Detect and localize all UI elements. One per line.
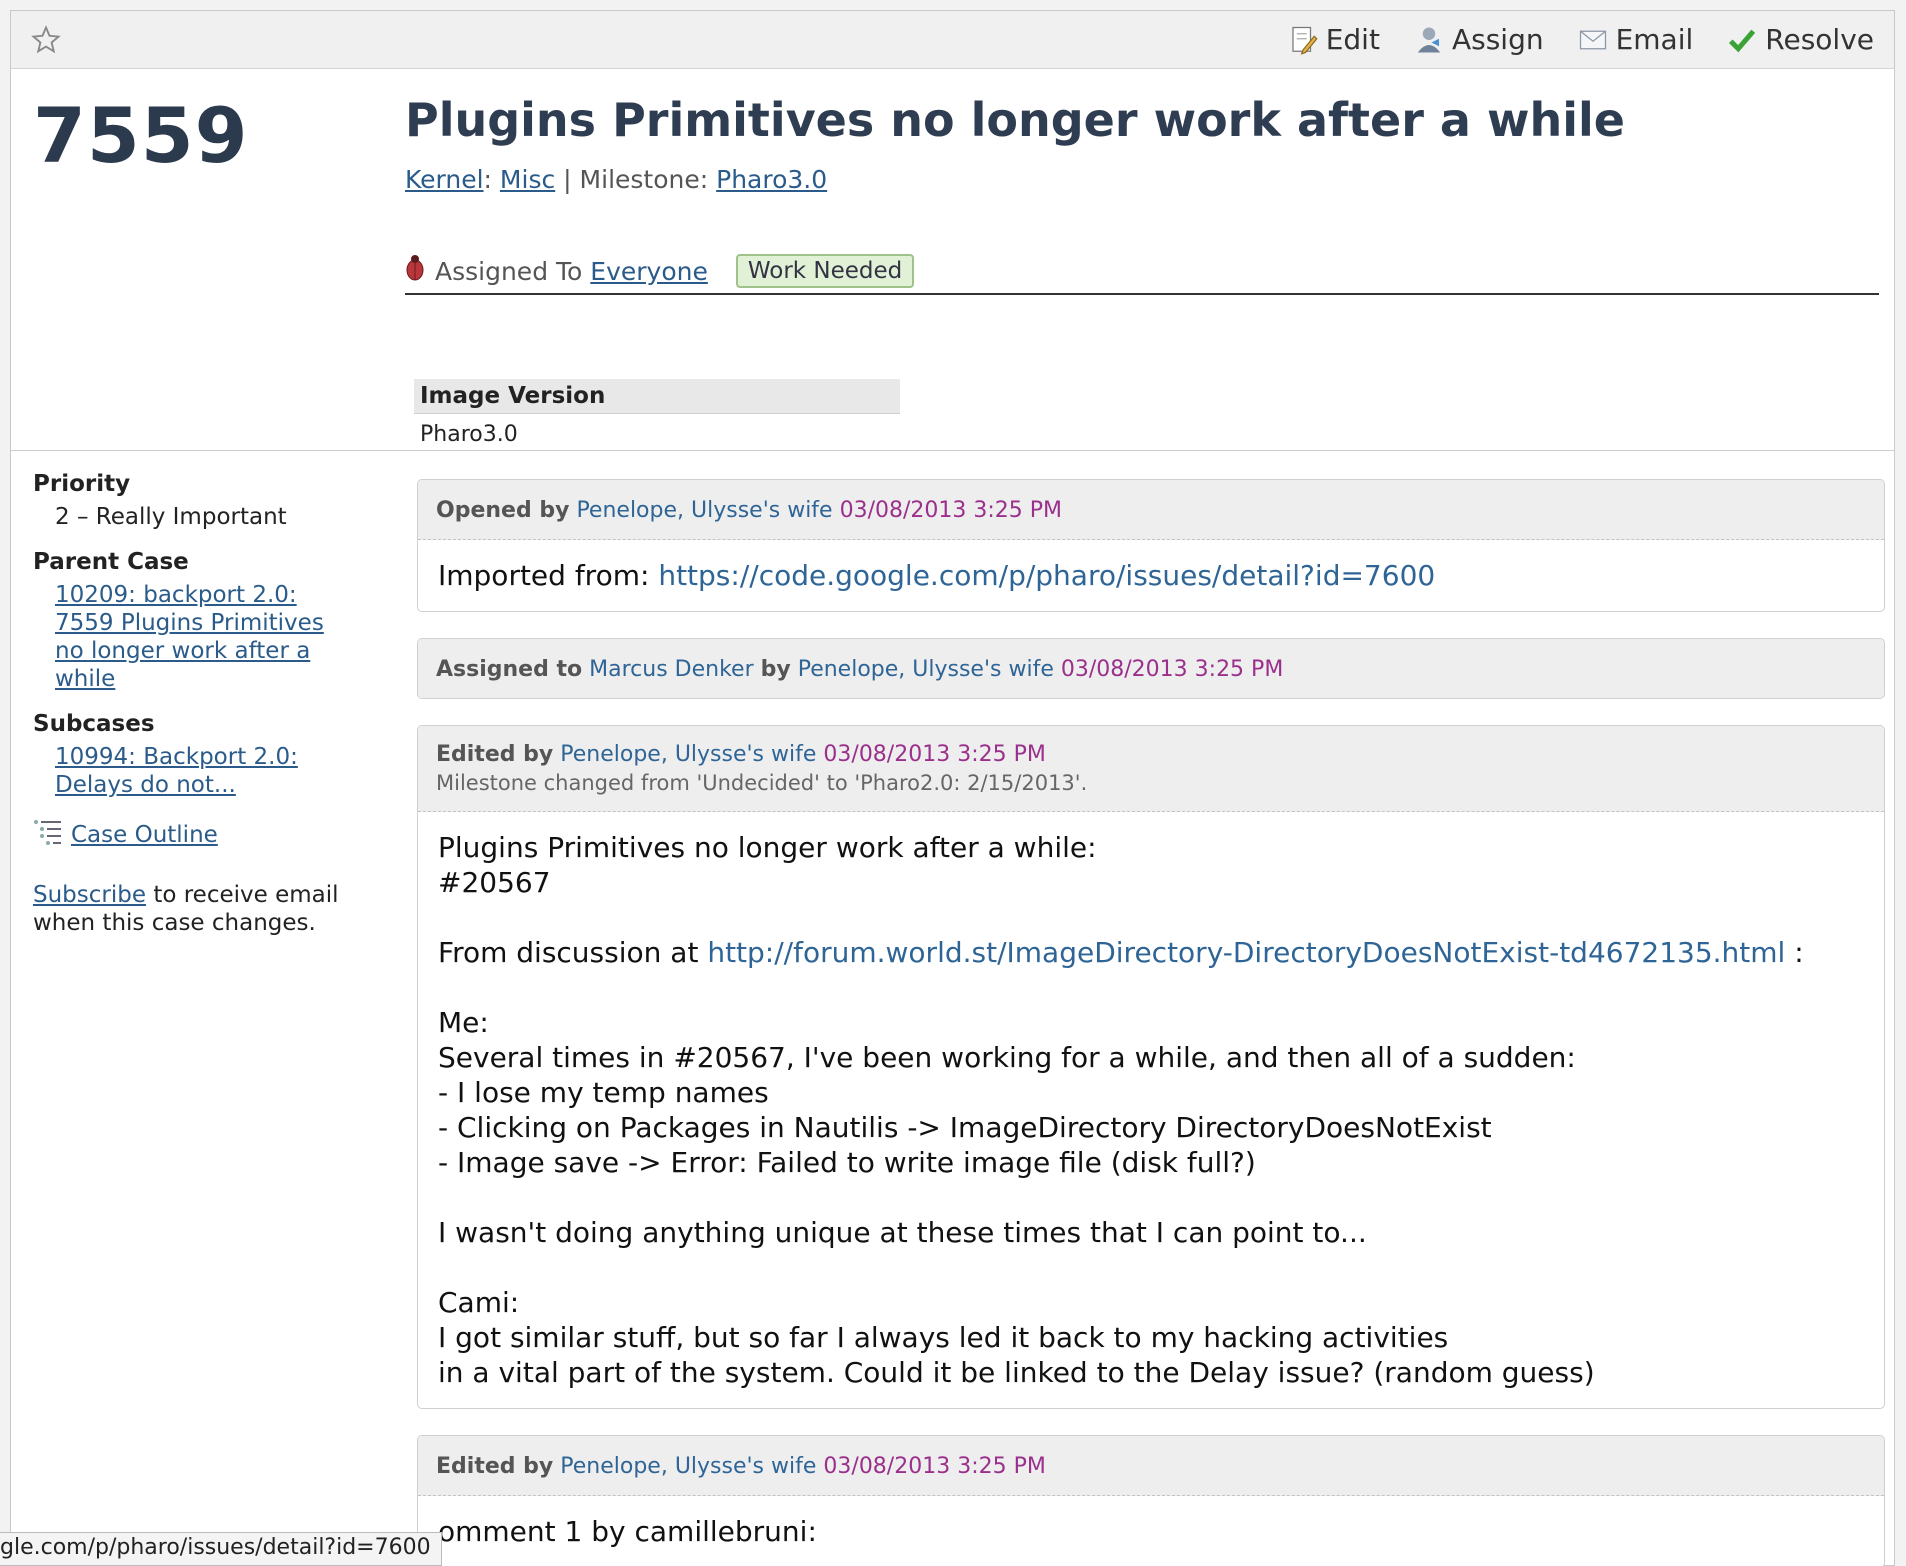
breadcrumb: Kernel: Misc | Milestone: Pharo3.0 [405, 165, 828, 194]
milestone-label: Milestone: [579, 165, 709, 194]
assign-button[interactable]: Assign [1414, 23, 1544, 56]
image-version-field: Image Version Pharo3.0 [414, 379, 900, 455]
subscribe-link[interactable]: Subscribe [33, 882, 146, 908]
resolve-label: Resolve [1765, 23, 1874, 56]
assignee-link[interactable]: Marcus Denker [589, 657, 753, 682]
event-edited: Edited by Penelope, Ulysse's wife 03/08/… [417, 725, 1885, 1409]
status-badge: Work Needed [735, 254, 915, 288]
milestone-link[interactable]: Pharo3.0 [716, 165, 827, 194]
person-link[interactable]: Penelope, Ulysse's wife [560, 742, 816, 767]
area-link[interactable]: Misc [500, 165, 555, 194]
assign-icon [1417, 27, 1441, 52]
event-header: Edited by Penelope, Ulysse's wife 03/08/… [418, 726, 1884, 812]
priority-value: 2 – Really Important [55, 504, 287, 530]
event-header: Edited by Penelope, Ulysse's wife 03/08/… [418, 1436, 1884, 1496]
event-date: 03/08/2013 3:25 PM [839, 498, 1063, 523]
outline-icon [33, 819, 63, 851]
import-link[interactable]: https://code.google.com/p/pharo/issues/d… [658, 559, 1435, 592]
subscribe-text: Subscribe to receive email when this cas… [33, 882, 339, 936]
sidebar: Priority 2 – Really Important Parent Cas… [33, 471, 353, 937]
event-date: 03/08/2013 3:25 PM [823, 742, 1046, 767]
event-header: Assigned to Marcus Denker by Penelope, U… [418, 639, 1884, 698]
star-icon[interactable] [31, 25, 61, 59]
case-title: Plugins Primitives no longer work after … [405, 93, 1625, 147]
event-body: Plugins Primitives no longer work after … [438, 831, 1804, 1389]
assigned-to-link[interactable]: Everyone [590, 257, 708, 286]
image-version-label: Image Version [414, 379, 900, 414]
assign-label: Assign [1451, 23, 1544, 56]
case-number: 7559 [33, 91, 249, 180]
subcases-label: Subcases [33, 711, 155, 737]
case-header: 7559 Plugins Primitives no longer work a… [11, 69, 1894, 451]
event-body: Imported from: https://code.google.com/p… [438, 559, 1436, 592]
person-link[interactable]: Penelope, Ulysse's wife [576, 498, 832, 523]
image-version-value: Pharo3.0 [420, 422, 518, 447]
case-events: Opened by Penelope, Ulysse's wife 03/08/… [417, 479, 1885, 1566]
browser-status-bar: gle.com/p/pharo/issues/detail?id=7600 [0, 1532, 442, 1566]
parent-case-label: Parent Case [33, 549, 189, 575]
priority-label: Priority [33, 471, 131, 497]
event-date: 03/08/2013 3:25 PM [1060, 657, 1284, 682]
event-date: 03/08/2013 3:25 PM [823, 1454, 1046, 1479]
case-outline-link[interactable]: Case Outline [33, 819, 353, 851]
event-opened: Opened by Penelope, Ulysse's wife 03/08/… [417, 479, 1885, 612]
case-page: Edit Assign Email Resolve 7559 Plugins P… [10, 10, 1895, 1566]
event-assigned: Assigned to Marcus Denker by Penelope, U… [417, 638, 1885, 699]
resolve-button[interactable]: Resolve [1727, 23, 1874, 56]
case-outline-label[interactable]: Case Outline [71, 822, 218, 848]
parent-case-link[interactable]: 10209: backport 2.0: 7559 Plugins Primit… [33, 581, 353, 693]
email-button[interactable]: Email [1578, 23, 1694, 56]
event-header: Opened by Penelope, Ulysse's wife 03/08/… [418, 480, 1884, 540]
assignment-row: Assigned To Everyone Work Needed [405, 249, 1879, 295]
milestone-change-note: Milestone changed from 'Undecided' to 'P… [436, 771, 1088, 795]
assigned-to-label: Assigned To [435, 256, 583, 286]
event-edited-2: Edited by Penelope, Ulysse's wife 03/08/… [417, 1435, 1885, 1566]
project-link[interactable]: Kernel [405, 165, 484, 194]
edit-icon [1292, 26, 1318, 55]
toolbar: Edit Assign Email Resolve [11, 11, 1894, 69]
email-label: Email [1615, 23, 1694, 56]
person-link[interactable]: Penelope, Ulysse's wife [798, 657, 1054, 682]
subcase-link[interactable]: 10994: Backport 2.0: Delays do not... [33, 743, 353, 799]
email-icon [1579, 30, 1606, 49]
forum-link[interactable]: http://forum.world.st/ImageDirectory-Dir… [707, 936, 1785, 969]
case-actions: Edit Assign Email Resolve [1288, 23, 1874, 56]
bug-icon [405, 254, 425, 288]
edit-button[interactable]: Edit [1288, 23, 1380, 56]
person-link[interactable]: Penelope, Ulysse's wife [560, 1454, 816, 1479]
checkmark-icon [1729, 29, 1756, 52]
event-body: omment 1 by camillebruni: [438, 1515, 817, 1548]
edit-label: Edit [1325, 23, 1380, 56]
